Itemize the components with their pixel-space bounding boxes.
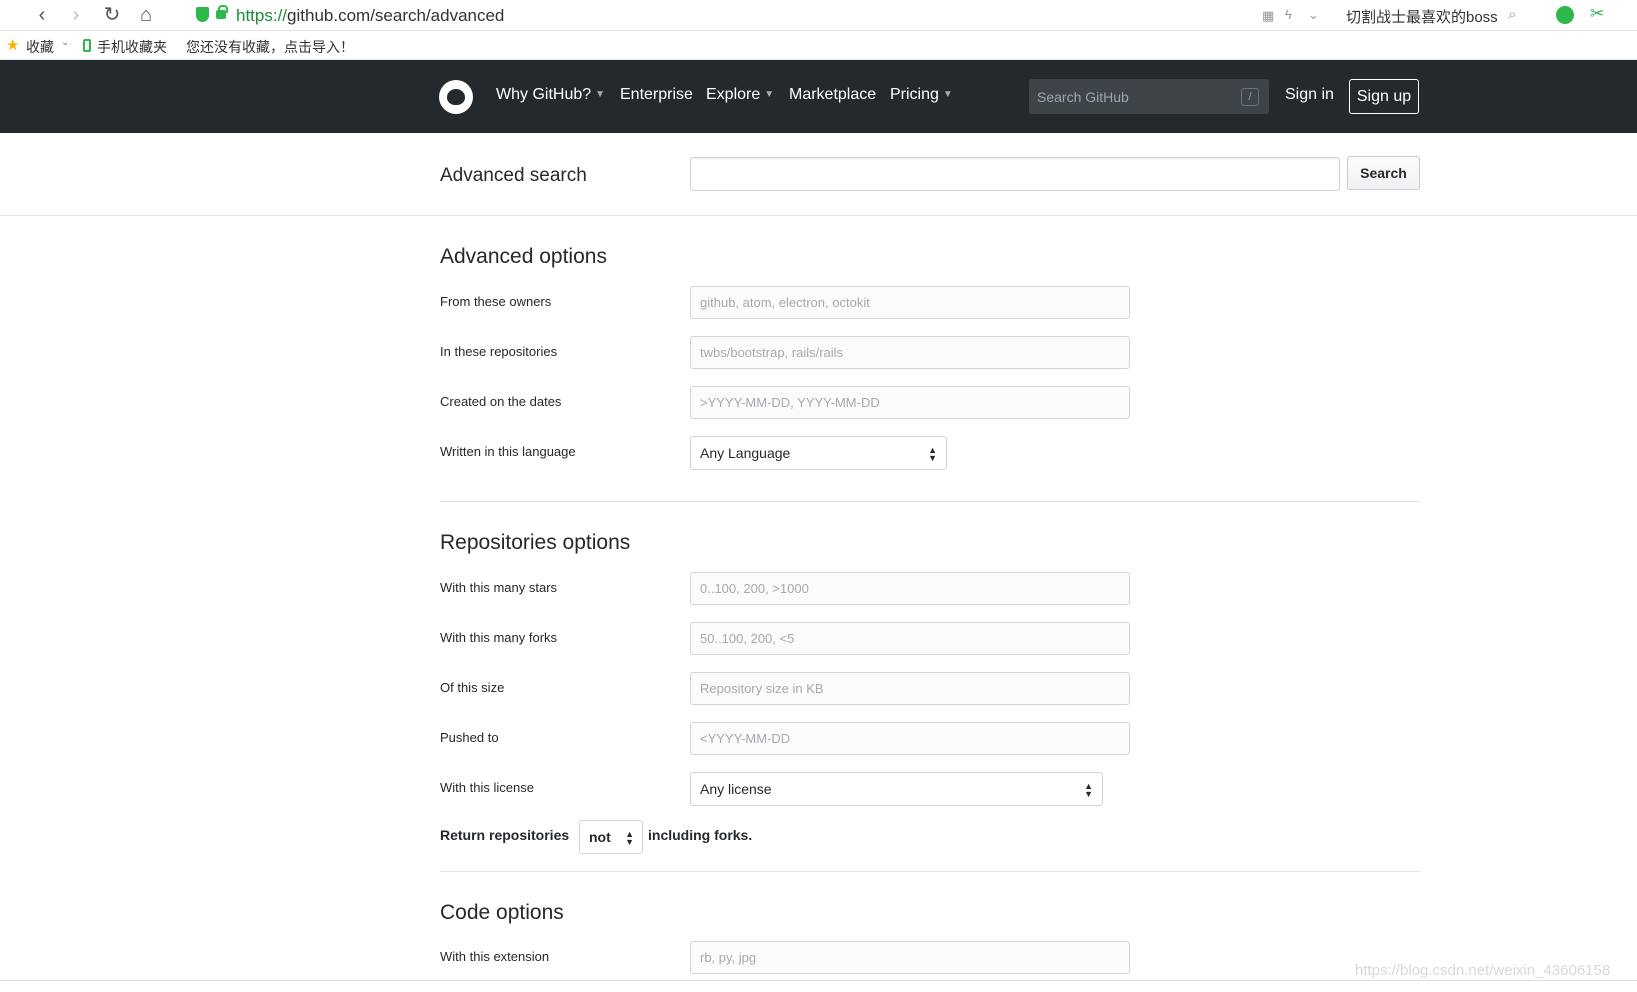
phone-icon — [83, 39, 91, 52]
bookmark-import-hint[interactable]: 您还没有收藏，点击导入！ — [186, 37, 354, 57]
search-button[interactable]: Search — [1347, 156, 1420, 190]
sign-in-link[interactable]: Sign in — [1285, 86, 1334, 104]
stars-label: With this many stars — [440, 580, 558, 595]
nav-enterprise[interactable]: Enterprise — [620, 86, 693, 104]
reload-icon[interactable]: ↻ — [100, 4, 124, 26]
extension-label: With this extension — [440, 949, 550, 964]
url-path: github.com/search/advanced — [287, 6, 505, 25]
section-divider — [440, 501, 1420, 502]
including-forks-label: including forks. — [648, 827, 753, 843]
search-icon[interactable]: ⌕ — [1508, 6, 1516, 23]
forks-not-select-value: not — [589, 829, 611, 845]
owners-input[interactable] — [690, 286, 1130, 319]
nav-marketplace[interactable]: Marketplace — [789, 86, 876, 104]
advanced-options-heading: Advanced options — [440, 245, 607, 268]
language-select[interactable]: Any Language ▲ ▼ — [690, 436, 947, 470]
repositories-label: In these repositories — [440, 344, 558, 359]
select-arrows-icon: ▲ ▼ — [928, 445, 937, 463]
github-header: Why GitHub? ▼ Enterprise Explore ▼ Marketp… — [0, 60, 1637, 133]
security-shield-icon — [196, 7, 209, 22]
browser-status-bar — [0, 980, 1637, 992]
select-arrows-icon: ▲ ▼ — [625, 829, 634, 847]
chevron-down-icon: ▼ — [764, 89, 775, 101]
license-select-value: Any license — [700, 781, 772, 797]
nav-label: Why GitHub? — [496, 86, 592, 103]
pushed-input[interactable] — [690, 722, 1130, 755]
extension-icon[interactable] — [1556, 6, 1574, 24]
slash-shortcut-icon: / — [1241, 88, 1259, 106]
github-logo-icon[interactable] — [439, 80, 473, 114]
license-select[interactable]: Any license ▲ ▼ — [690, 772, 1103, 806]
advanced-search-bar: Advanced search Search — [0, 133, 1637, 216]
nav-why-github[interactable]: Why GitHub? ▼ — [496, 86, 605, 104]
browser-search-hint[interactable]: 切割战士最喜欢的boss — [1346, 6, 1498, 27]
chevron-down-icon: ▼ — [595, 89, 606, 101]
forks-not-select[interactable]: not ▲ ▼ — [579, 820, 643, 854]
forks-label: With this many forks — [440, 630, 558, 645]
size-label: Of this size — [440, 680, 505, 695]
star-icon: ★ — [6, 37, 20, 54]
home-icon[interactable]: ⌂ — [134, 4, 158, 26]
size-input[interactable] — [690, 672, 1130, 705]
advanced-search-input[interactable] — [690, 157, 1340, 191]
back-icon[interactable]: ‹ — [30, 4, 54, 26]
scissors-icon[interactable]: ✂ — [1590, 4, 1604, 24]
watermark: https://blog.csdn.net/weixin_43606158 — [1355, 962, 1611, 979]
url-scheme: https:// — [236, 6, 288, 25]
bookmark-favorites[interactable]: 收藏 — [26, 37, 54, 57]
github-search-input[interactable] — [1029, 79, 1269, 114]
address-bar[interactable]: https://github.com/search/advanced — [236, 6, 504, 26]
license-label: With this license — [440, 780, 534, 795]
sign-up-button[interactable]: Sign up — [1349, 79, 1419, 114]
forks-input[interactable] — [690, 622, 1130, 655]
browser-toolbar: ‹ › ↻ ⌂ https://github.com/search/advanc… — [0, 0, 1637, 31]
qr-icon[interactable]: ▦ — [1262, 8, 1274, 24]
created-dates-label: Created on the dates — [440, 394, 562, 409]
language-select-value: Any Language — [700, 445, 791, 461]
lock-icon — [216, 5, 228, 19]
repositories-options-heading: Repositories options — [440, 531, 631, 554]
chevron-down-icon: ▼ — [942, 89, 953, 101]
select-arrows-icon: ▲ ▼ — [1084, 781, 1093, 799]
nav-pricing[interactable]: Pricing ▼ — [890, 86, 953, 104]
chevron-down-icon[interactable]: ⌄ — [61, 37, 69, 48]
nav-label: Explore — [706, 86, 761, 103]
nav-label: Pricing — [890, 86, 939, 103]
language-label: Written in this language — [440, 444, 576, 459]
owners-label: From these owners — [440, 294, 552, 309]
repositories-input[interactable] — [690, 336, 1130, 369]
return-repositories-label: Return repositories — [440, 827, 570, 843]
github-search-box: / — [1029, 79, 1269, 114]
stars-input[interactable] — [690, 572, 1130, 605]
chevron-down-icon[interactable]: ⌄ — [1308, 7, 1319, 23]
created-dates-input[interactable] — [690, 386, 1130, 419]
bookmark-mobile[interactable]: 手机收藏夹 — [97, 37, 167, 57]
extension-input[interactable] — [690, 941, 1130, 974]
section-divider — [440, 871, 1420, 872]
code-options-heading: Code options — [440, 901, 564, 924]
nav-explore[interactable]: Explore ▼ — [706, 86, 774, 104]
bookmarks-bar: ★ 收藏 ⌄ 手机收藏夹 您还没有收藏，点击导入！ — [0, 31, 1637, 60]
lightning-icon[interactable]: ϟ — [1285, 7, 1292, 22]
forward-icon[interactable]: › — [64, 4, 88, 26]
pushed-label: Pushed to — [440, 730, 499, 745]
page-title: Advanced search — [440, 165, 587, 186]
